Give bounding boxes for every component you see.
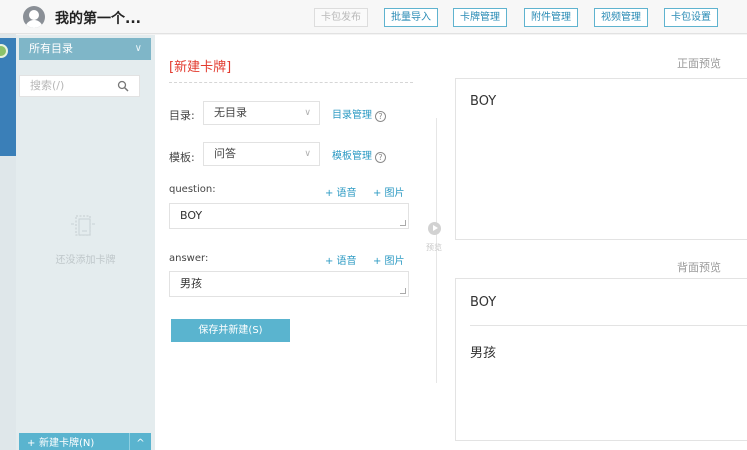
deck-settings-button[interactable]: 卡包设置 <box>664 8 718 27</box>
chevron-down-icon: ∨ <box>134 43 142 54</box>
template-value: 问答 <box>214 147 236 160</box>
question-field[interactable]: BOY <box>169 203 409 229</box>
app-edge-strip <box>0 0 16 450</box>
directory-select-label: 所有目录 <box>29 42 73 55</box>
main-panel: [新建卡牌] 目录: 无目录 ∨ 目录管理? 模板: 问答 ∨ 模板管理? qu… <box>155 35 747 450</box>
front-preview-label: 正面预览 <box>677 57 721 70</box>
answer-value: 男孩 <box>180 277 202 290</box>
plus-icon: + <box>27 438 36 449</box>
play-icon[interactable] <box>428 222 441 235</box>
empty-cards-icon <box>71 215 95 236</box>
save-and-new-button[interactable]: 保存并新建(S) <box>171 319 290 342</box>
video-manage-button[interactable]: 视频管理 <box>594 8 648 27</box>
chevron-down-icon: ∨ <box>304 108 311 118</box>
directory-label: 目录: <box>169 109 195 122</box>
back-preview-card: BOY 男孩 <box>455 278 747 441</box>
publish-deck-button[interactable]: 卡包发布 <box>314 8 368 27</box>
template-label: 模板: <box>169 151 195 164</box>
help-icon[interactable]: ? <box>375 111 386 122</box>
search-placeholder: 搜索(/) <box>30 79 65 92</box>
question-add-image-link[interactable]: + 图片 <box>373 184 405 199</box>
title-divider <box>169 82 413 83</box>
back-preview-question: BOY <box>470 295 497 310</box>
question-add-audio-link[interactable]: + 语音 <box>325 184 357 199</box>
answer-add-audio-link[interactable]: + 语音 <box>325 252 357 267</box>
top-bar: 我的第一个... 卡包发布 批量导入 卡牌管理 附件管理 视频管理 卡包设置 <box>0 0 747 34</box>
new-card-button[interactable]: + 新建卡牌(N) ^ <box>19 433 151 450</box>
directory-select[interactable]: 所有目录 ∨ <box>19 38 151 60</box>
back-preview-answer: 男孩 <box>470 346 497 361</box>
question-value: BOY <box>180 209 203 222</box>
question-label: question: <box>169 184 216 195</box>
form-title: [新建卡牌] <box>169 60 232 75</box>
deck-title: 我的第一个... <box>55 11 141 27</box>
batch-import-button[interactable]: 批量导入 <box>384 8 438 27</box>
card-manage-button[interactable]: 卡牌管理 <box>453 8 507 27</box>
front-preview-card: BOY <box>455 78 747 240</box>
template-dropdown[interactable]: 问答 ∨ <box>203 142 320 166</box>
avatar[interactable] <box>23 6 45 28</box>
sidebar: 所有目录 ∨ 搜索(/) 还没添加卡牌 + 新建卡牌(N) ^ <box>16 35 155 450</box>
preview-label: 预览 <box>426 243 442 252</box>
chevron-up-icon[interactable]: ^ <box>129 433 151 450</box>
directory-manage-label: 目录管理 <box>332 110 372 121</box>
directory-dropdown[interactable]: 无目录 ∨ <box>203 101 320 125</box>
chevron-down-icon: ∨ <box>304 149 311 159</box>
answer-add-image-link[interactable]: + 图片 <box>373 252 405 267</box>
search-icon[interactable] <box>117 80 129 92</box>
directory-value: 无目录 <box>214 106 247 119</box>
attachment-manage-button[interactable]: 附件管理 <box>524 8 578 27</box>
search-input[interactable]: 搜索(/) <box>19 75 140 97</box>
empty-cards-text: 还没添加卡牌 <box>55 255 116 266</box>
resize-handle[interactable] <box>400 288 406 294</box>
resize-handle[interactable] <box>400 220 406 226</box>
new-card-label: 新建卡牌(N) <box>39 438 95 449</box>
back-preview-separator <box>470 325 747 326</box>
help-icon[interactable]: ? <box>375 152 386 163</box>
directory-manage-link[interactable]: 目录管理? <box>332 106 386 122</box>
back-preview-label: 背面预览 <box>677 261 721 274</box>
front-preview-text: BOY <box>470 94 497 109</box>
answer-field[interactable]: 男孩 <box>169 271 409 297</box>
template-manage-label: 模板管理 <box>332 151 372 162</box>
answer-label: answer: <box>169 253 209 264</box>
template-manage-link[interactable]: 模板管理? <box>332 147 386 163</box>
